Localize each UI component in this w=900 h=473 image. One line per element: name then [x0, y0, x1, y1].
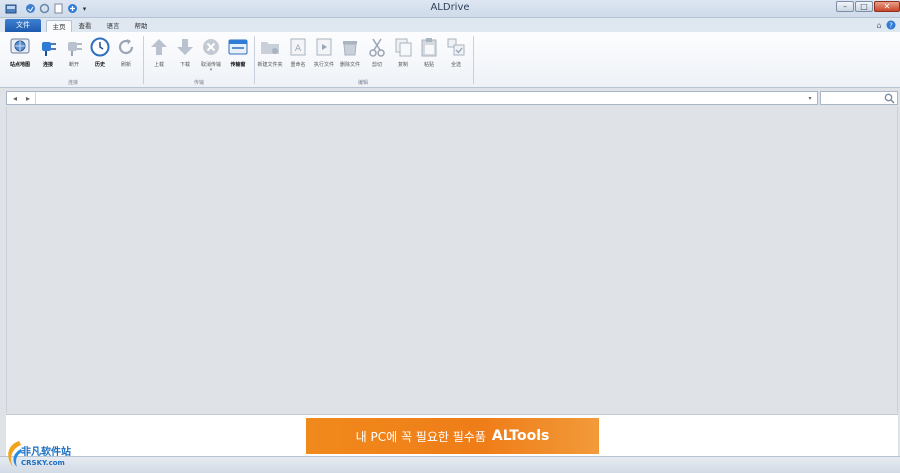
download-button[interactable]: 下载: [172, 34, 198, 74]
tab-home[interactable]: 主页: [46, 20, 72, 32]
minimize-ribbon-icon[interactable]: ⌂: [874, 20, 884, 30]
watermark-logo: 非凡软件站 CRSKY.com: [3, 433, 103, 473]
ribbon: 站点地图 连接 断开 历史 刷新 连接 上载 下载 取消传输 ▾ 传输窗 传输 …: [0, 32, 900, 88]
svg-text:?: ?: [889, 22, 893, 30]
address-bar[interactable]: ◂ ▸ ▾: [6, 91, 818, 105]
history-clock-icon: [89, 36, 111, 58]
search-icon[interactable]: [884, 93, 895, 106]
cancel-transfer-button[interactable]: 取消传输 ▾: [198, 34, 224, 74]
paste-button[interactable]: 粘贴: [416, 34, 442, 74]
transfer-window-button[interactable]: 传输窗: [225, 34, 251, 74]
execute-file-icon: [313, 36, 335, 58]
window-title: ALDrive: [430, 2, 470, 13]
watermark-swoosh-icon: [8, 441, 22, 467]
search-input[interactable]: [820, 91, 898, 105]
delete-file-button[interactable]: 删除文件: [337, 34, 363, 74]
ad-banner-brand: ALTools: [491, 428, 550, 444]
select-all-icon: [445, 36, 467, 58]
chevron-down-icon[interactable]: ▾: [805, 93, 815, 104]
refresh-button[interactable]: 刷新: [113, 34, 139, 74]
delete-file-icon: [339, 36, 361, 58]
ad-banner-text: 내 PC에 꼭 필요한 필수품: [355, 429, 486, 444]
group-label-transfer: 传输: [193, 80, 204, 86]
tab-language[interactable]: 语言: [102, 20, 124, 32]
tab-help[interactable]: 帮助: [130, 20, 152, 32]
cut-button[interactable]: 剪切: [364, 34, 390, 74]
select-all-button[interactable]: 全选: [443, 34, 469, 74]
watermark-text: 非凡软件站: [21, 447, 71, 458]
title-bar: ▾ ALDrive – □ ✕: [0, 0, 900, 18]
refresh-icon: [115, 36, 137, 58]
history-button[interactable]: 历史: [87, 34, 113, 74]
svg-text:A: A: [295, 44, 302, 54]
back-arrow-icon[interactable]: ◂: [10, 93, 20, 104]
ribbon-tab-row: 文件 主页 查看 语言 帮助 ⌂ ?: [0, 18, 900, 32]
disconnect-button[interactable]: 断开: [61, 34, 87, 74]
transfer-window-icon: [227, 36, 249, 58]
download-arrow-icon: [174, 36, 196, 58]
maximize-button[interactable]: □: [855, 1, 873, 12]
group-separator: [143, 36, 144, 84]
help-icon[interactable]: ?: [886, 20, 896, 30]
ad-banner[interactable]: 내 PC에 꼭 필요한 필수품 ALTools: [306, 418, 599, 454]
group-separator: [254, 36, 255, 84]
close-button[interactable]: ✕: [874, 1, 900, 12]
upload-button[interactable]: 上载: [146, 34, 172, 74]
divider: [35, 92, 36, 104]
connect-plug-icon: [37, 36, 59, 58]
watermark-subtext: CRSKY.com: [21, 459, 65, 467]
tab-file[interactable]: 文件: [5, 19, 41, 32]
tab-view[interactable]: 查看: [74, 20, 96, 32]
execute-file-button[interactable]: 执行文件: [311, 34, 337, 74]
forward-arrow-icon[interactable]: ▸: [23, 93, 33, 104]
minimize-button[interactable]: –: [836, 1, 854, 12]
status-bar: [0, 456, 900, 473]
new-folder-button[interactable]: 新建文件夹: [257, 34, 283, 74]
cut-icon: [366, 36, 388, 58]
upload-arrow-icon: [148, 36, 170, 58]
rename-icon: A: [287, 36, 309, 58]
ad-area: 내 PC에 꼭 필요한 필수품 ALTools: [6, 414, 898, 456]
disconnect-plug-icon: [63, 36, 85, 58]
site-map-icon: [9, 36, 31, 58]
group-label-connect: 连接: [67, 80, 78, 86]
site-map-button[interactable]: 站点地图: [7, 34, 33, 74]
paste-icon: [418, 36, 440, 58]
copy-button[interactable]: 复制: [390, 34, 416, 74]
group-separator: [473, 36, 474, 84]
copy-icon: [392, 36, 414, 58]
group-label-edit: 编辑: [357, 80, 368, 86]
rename-button[interactable]: A 重命名: [285, 34, 311, 74]
new-folder-icon: [259, 36, 281, 58]
connect-button[interactable]: 连接: [35, 34, 61, 74]
file-list-area[interactable]: [6, 107, 898, 413]
chevron-down-icon: ▾: [209, 67, 213, 73]
cancel-transfer-icon: [200, 36, 222, 58]
